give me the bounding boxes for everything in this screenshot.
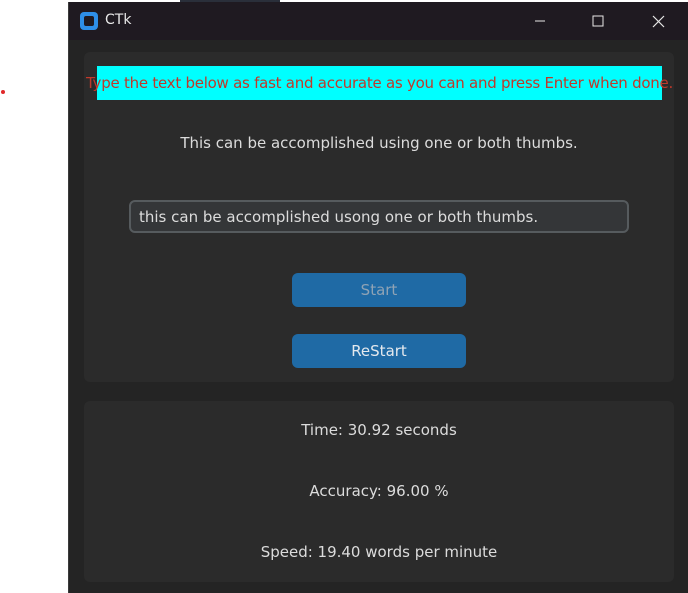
time-result: Time: 30.92 seconds [301, 421, 457, 439]
minimize-button[interactable] [511, 2, 569, 40]
window-title: CTk [105, 12, 132, 28]
start-button[interactable]: Start [292, 273, 466, 307]
background-marker-dot [1, 90, 5, 94]
close-button[interactable] [629, 2, 687, 40]
instruction-banner: Type the text below as fast and accurate… [86, 66, 673, 100]
typing-input[interactable] [129, 200, 629, 233]
maximize-button[interactable] [569, 2, 627, 40]
restart-button[interactable]: ReStart [292, 334, 466, 368]
maximize-icon [592, 15, 604, 27]
title-bar[interactable]: CTk [69, 2, 688, 40]
screen: CTk Type the text below as fast and accu… [0, 0, 688, 593]
ctk-app-icon [80, 12, 98, 30]
target-sentence: This can be accomplished using one or bo… [180, 134, 578, 152]
app-window: CTk Type the text below as fast and accu… [68, 2, 688, 593]
typing-panel: Type the text below as fast and accurate… [84, 52, 674, 382]
minimize-icon [535, 20, 545, 22]
close-icon [652, 15, 664, 27]
speed-result: Speed: 19.40 words per minute [260, 543, 498, 561]
background-editor [0, 0, 68, 593]
accuracy-result: Accuracy: 96.00 % [309, 482, 449, 500]
results-panel: Time: 30.92 seconds Accuracy: 96.00 % Sp… [84, 401, 674, 582]
